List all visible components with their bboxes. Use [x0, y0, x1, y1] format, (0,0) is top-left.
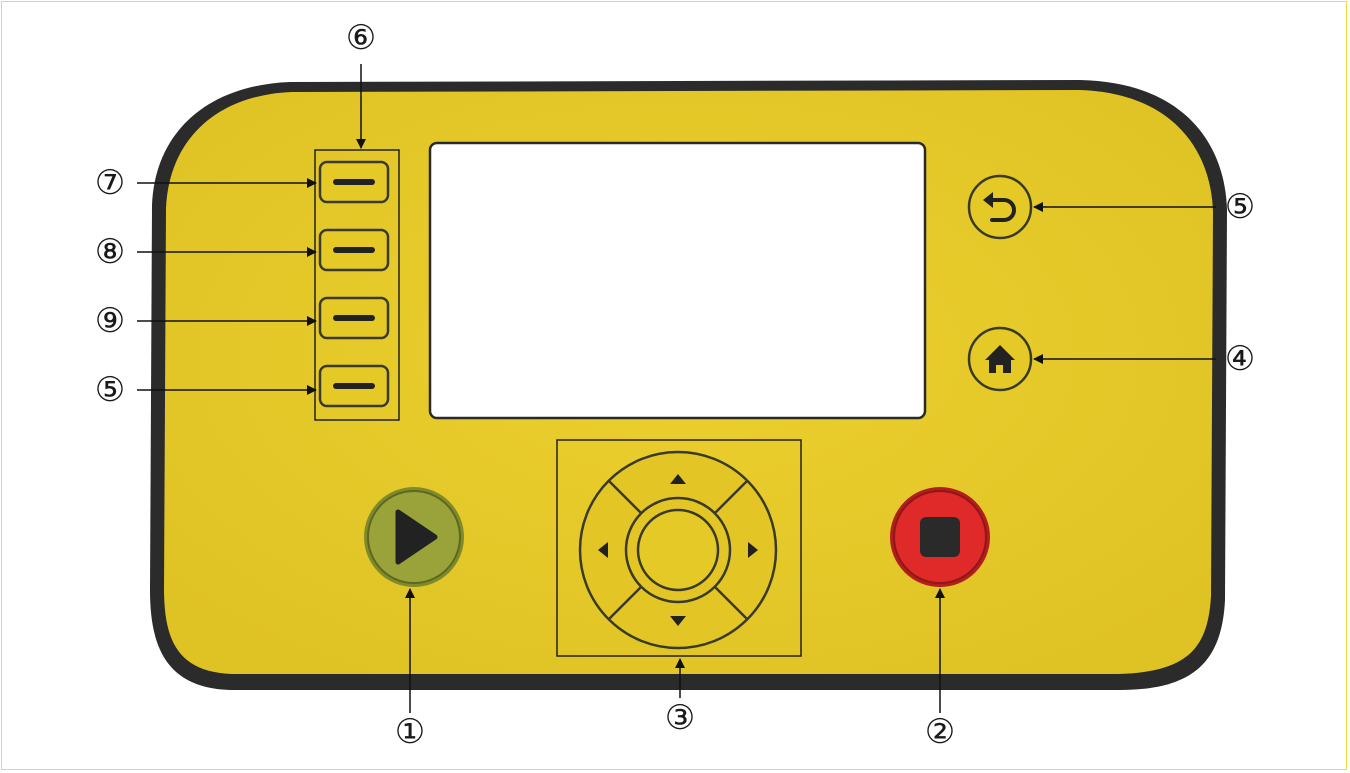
stop-button[interactable] — [890, 487, 990, 587]
dpad-center-button[interactable] — [636, 508, 720, 592]
callout-start: ① — [394, 712, 426, 752]
dpad-down-button[interactable] — [640, 600, 716, 640]
softkey-4[interactable] — [318, 364, 390, 408]
callout-softkey-2: ⑧ — [94, 232, 126, 272]
start-button[interactable] — [364, 487, 464, 587]
callout-softkey-4: ⑤ — [94, 370, 126, 410]
softkey-3[interactable] — [318, 296, 390, 340]
callout-softkey-3: ⑨ — [94, 301, 126, 341]
home-button[interactable] — [967, 326, 1033, 392]
dpad-right-button[interactable] — [728, 512, 768, 588]
callout-softkey-group: ⑥ — [345, 18, 377, 58]
callout-dpad: ③ — [664, 698, 696, 738]
diagram-canvas — [137, 64, 1227, 713]
display-screen — [428, 141, 927, 420]
control-panel-diagram: ⑥ ⑦ ⑧ ⑨ ⑤ ⑤ ④ ① ③ ② — [0, 0, 1350, 773]
stop-icon — [920, 517, 960, 557]
softkey-2[interactable] — [318, 228, 390, 272]
callout-stop: ② — [924, 712, 956, 752]
softkey-1[interactable] — [318, 160, 390, 204]
dpad-left-button[interactable] — [588, 512, 628, 588]
callout-softkey-1: ⑦ — [94, 163, 126, 203]
callout-home: ④ — [1224, 339, 1256, 379]
dpad — [578, 450, 778, 650]
dpad-up-button[interactable] — [640, 460, 716, 500]
callout-back: ⑤ — [1224, 187, 1256, 227]
back-button[interactable] — [967, 174, 1033, 240]
